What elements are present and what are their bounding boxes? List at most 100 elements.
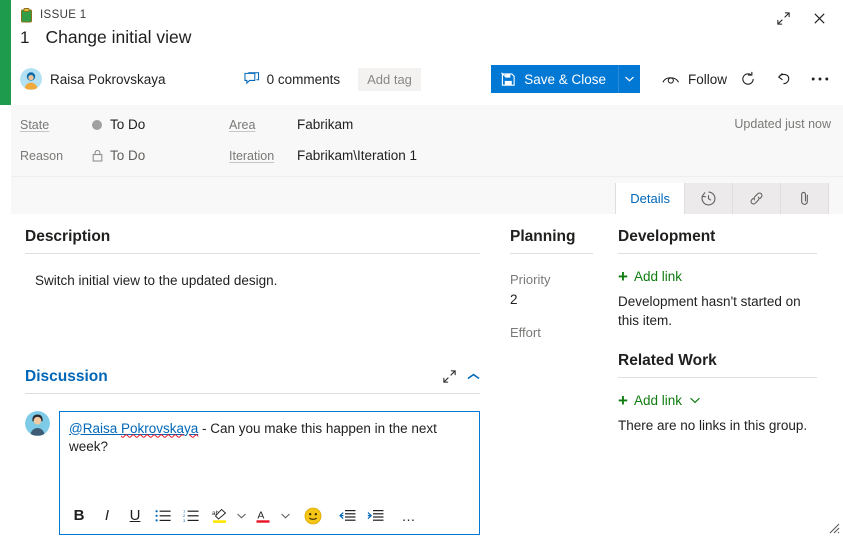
development-add-link-button[interactable]: + Add link: [618, 268, 817, 285]
state-label: State: [20, 117, 50, 132]
development-note: Development hasn't started on this item.: [618, 294, 801, 329]
work-item-type-label: ISSUE 1: [40, 9, 87, 21]
emoji-button[interactable]: [300, 503, 326, 529]
rich-text-toolbar: B I U 1 2 3 ab A …: [60, 498, 479, 534]
tab-details[interactable]: Details: [615, 183, 685, 214]
description-heading: Description: [25, 228, 111, 245]
history-icon: [701, 191, 716, 206]
chevron-down-icon: [625, 76, 634, 82]
mention-first: @Raisa Pokrovskaya: [69, 420, 199, 436]
issue-icon: [21, 7, 32, 22]
mention-link[interactable]: @Raisa Pokrovskaya: [69, 421, 198, 436]
font-color-dropdown[interactable]: [278, 503, 292, 529]
indent-button[interactable]: [362, 503, 388, 529]
outdent-button[interactable]: [334, 503, 360, 529]
numbered-list-button[interactable]: 1 2 3: [178, 503, 204, 529]
planning-column: Planning Priority 2 Effort: [498, 214, 603, 537]
chevron-down-icon: [280, 513, 290, 519]
related-work-add-link-label: Add link: [633, 393, 682, 409]
area-label: Area: [229, 117, 256, 132]
tab-list: Details: [615, 177, 829, 214]
iteration-value: Fabrikam\Iteration 1: [297, 148, 418, 163]
svg-text:3: 3: [183, 517, 186, 522]
tab-links[interactable]: [733, 183, 781, 214]
plus-icon: +: [618, 267, 628, 286]
comment-editor[interactable]: @Raisa Pokrovskaya - Can you make this h…: [59, 410, 480, 535]
comment-icon: [244, 71, 259, 84]
planning-heading: Planning: [510, 228, 576, 245]
related-work-note: There are no links in this group.: [618, 418, 808, 434]
resize-grip-icon: [829, 523, 840, 534]
follow-button[interactable]: Follow: [662, 72, 727, 87]
development-rule: [618, 253, 817, 254]
emoji-icon: [304, 507, 322, 524]
assigned-to-field[interactable]: Raisa Pokrovskaya: [20, 68, 166, 90]
revert-button[interactable]: [769, 64, 799, 94]
reason-label: Reason: [20, 148, 64, 163]
bullet-list-icon: [155, 509, 171, 522]
save-options-dropdown[interactable]: [617, 65, 640, 93]
underline-button[interactable]: U: [122, 503, 148, 529]
tab-attachments[interactable]: [781, 183, 829, 214]
numbered-list-icon: 1 2 3: [183, 509, 199, 522]
priority-label: Priority: [510, 272, 551, 287]
state-value: To Do: [110, 117, 146, 132]
comment-editor-content[interactable]: @Raisa Pokrovskaya - Can you make this h…: [60, 412, 479, 498]
highlight-button[interactable]: ab: [206, 503, 232, 529]
tab-history[interactable]: [685, 183, 733, 214]
work-item-type-line: ISSUE 1: [11, 0, 843, 23]
state-field[interactable]: State To Do: [20, 117, 145, 132]
reason-field: Reason To Do: [20, 148, 145, 163]
iteration-field[interactable]: Iteration Fabrikam\Iteration 1: [229, 148, 417, 163]
state-dot-icon: [92, 119, 102, 130]
highlight-dropdown[interactable]: [234, 503, 248, 529]
save-icon: [501, 71, 515, 86]
italic-button[interactable]: I: [94, 503, 120, 529]
work-item-id: 1: [20, 28, 30, 47]
comments-count: 0 comments: [266, 71, 341, 87]
comment-editor-row: @Raisa Pokrovskaya - Can you make this h…: [25, 410, 480, 535]
save-and-close-button[interactable]: Save & Close: [491, 65, 640, 93]
dialog-header: ISSUE 1 1 Change initial view: [11, 0, 843, 48]
tab-details-label: Details: [630, 191, 670, 206]
lock-icon: [92, 149, 103, 162]
editor-more-button[interactable]: …: [396, 503, 422, 529]
ellipsis-icon: [811, 77, 829, 81]
font-color-button[interactable]: A: [250, 503, 276, 529]
more-actions-button[interactable]: [805, 64, 835, 94]
work-item-body: Description Switch initial view to the u…: [11, 214, 843, 537]
outdent-icon: [338, 509, 355, 521]
development-heading: Development: [618, 228, 716, 245]
resize-grip[interactable]: [826, 520, 840, 534]
chevron-up-icon: [467, 373, 480, 379]
effort-label: Effort: [510, 325, 541, 340]
save-and-close-label: Save & Close: [524, 71, 606, 87]
work-item-type-accent-bar: [0, 0, 11, 105]
highlight-icon: ab: [212, 508, 226, 523]
comments-button[interactable]: 0 comments: [244, 71, 341, 87]
avatar: [20, 68, 42, 90]
add-tag-button[interactable]: Add tag: [358, 67, 421, 91]
comment-author-avatar: [25, 410, 50, 436]
discussion-rule: [25, 392, 480, 394]
planning-rule: [510, 253, 593, 254]
assignee-name: Raisa Pokrovskaya: [50, 71, 166, 87]
discussion-expand-button[interactable]: [442, 369, 457, 384]
development-add-link-label: Add link: [633, 269, 682, 284]
refresh-button[interactable]: [733, 64, 763, 94]
work-item-fields-strip: State To Do Reason To Do Area Fabrikam I…: [11, 105, 843, 177]
undo-arrow-icon: [777, 73, 790, 85]
discussion-heading[interactable]: Discussion: [25, 368, 108, 393]
expand-diagonal-icon: [443, 370, 456, 383]
discussion-collapse-button[interactable]: [467, 373, 480, 381]
related-work-add-link-button[interactable]: + Add link: [618, 392, 817, 409]
bullet-list-button[interactable]: [150, 503, 176, 529]
save-and-close-main[interactable]: Save & Close: [491, 65, 618, 93]
page-title[interactable]: Change initial view: [45, 27, 191, 48]
area-field[interactable]: Area Fabrikam: [229, 117, 353, 132]
discussion-header-row: Discussion: [25, 368, 480, 393]
bold-button[interactable]: B: [66, 503, 92, 529]
description-discussion-column: Description Switch initial view to the u…: [11, 214, 498, 537]
description-text[interactable]: Switch initial view to the updated desig…: [25, 254, 480, 291]
priority-value[interactable]: 2: [510, 292, 593, 307]
